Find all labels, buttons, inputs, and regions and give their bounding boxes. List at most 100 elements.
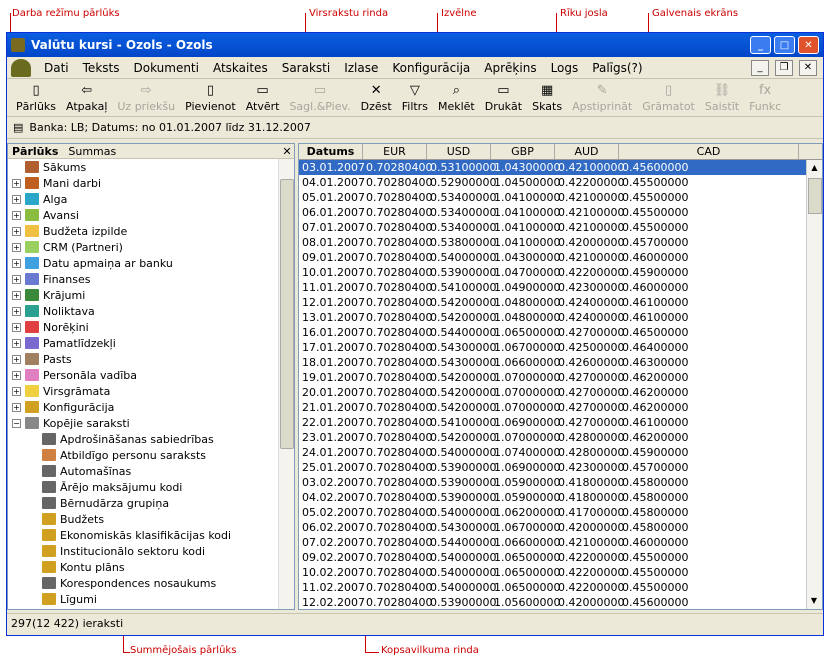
table-row[interactable]: 19.01.2007 0.70280400 0.54200000 1.07000000…: [299, 370, 822, 385]
column-header[interactable]: AUD: [555, 144, 619, 159]
maximize-button[interactable]: □: [774, 36, 795, 54]
table-row[interactable]: 16.01.2007 0.70280400 0.54400000 1.06500000…: [299, 325, 822, 340]
column-header[interactable]: USD: [427, 144, 491, 159]
tree-item[interactable]: + Noliktava: [8, 303, 280, 319]
expand-icon[interactable]: +: [12, 290, 21, 300]
expand-icon[interactable]: +: [12, 178, 21, 188]
toolbar-button[interactable]: fx Funkc: [749, 83, 781, 113]
scroll-down-arrow-icon[interactable]: ▼: [807, 593, 821, 609]
tree-item[interactable]: + Konfigurācija: [8, 399, 280, 415]
tab-summas[interactable]: Summas: [68, 145, 116, 158]
table-row[interactable]: 03.01.2007 0.70280400 0.53100000 1.04300000…: [299, 160, 822, 175]
tree-item[interactable]: Bērnudārza grupiņa: [8, 495, 280, 511]
table-row[interactable]: 10.01.2007 0.70280400 0.53900000 1.04700000…: [299, 265, 822, 280]
tree-item[interactable]: + Finanses: [8, 271, 280, 287]
expand-icon[interactable]: +: [12, 274, 21, 284]
mdi-close-button[interactable]: ✕: [799, 59, 817, 76]
menu-item[interactable]: Konfigurācija: [385, 61, 477, 75]
mdi-restore-button[interactable]: ❐: [775, 59, 793, 76]
toolbar-button[interactable]: ⇨ Uz priekšu: [117, 83, 175, 113]
table-row[interactable]: 06.01.2007 0.70280400 0.53400000 1.04100000…: [299, 205, 822, 220]
scroll-up-arrow-icon[interactable]: ▲: [807, 160, 822, 176]
toolbar-button[interactable]: ▯ Pievienot: [185, 83, 236, 113]
menu-item[interactable]: Atskaites: [206, 61, 275, 75]
toolbar-button[interactable]: ⛓ Saistīt: [705, 83, 739, 113]
toolbar-button[interactable]: ⌕ Meklēt: [438, 83, 475, 113]
tree-item[interactable]: Atbildīgo personu saraksts: [8, 447, 280, 463]
table-row[interactable]: 11.01.2007 0.70280400 0.54100000 1.04900000…: [299, 280, 822, 295]
tree-scroll-thumb[interactable]: [280, 179, 294, 449]
expand-icon[interactable]: +: [12, 322, 21, 332]
menu-item[interactable]: Aprēķins: [477, 61, 543, 75]
tree-item[interactable]: Apdrošināšanas sabiedrības: [8, 431, 280, 447]
column-header[interactable]: GBP: [491, 144, 555, 159]
table-row[interactable]: 08.01.2007 0.70280400 0.53800000 1.04100000…: [299, 235, 822, 250]
tree-item[interactable]: Budžets: [8, 511, 280, 527]
column-header[interactable]: Datums: [299, 144, 363, 159]
close-button[interactable]: ✕: [798, 36, 819, 54]
mdi-minimize-button[interactable]: _: [751, 59, 769, 76]
toolbar-button[interactable]: ▯ Pārlūks: [16, 83, 56, 113]
expand-icon[interactable]: +: [12, 370, 21, 380]
toolbar-button[interactable]: ⇦ Atpakaļ: [66, 83, 107, 113]
table-row[interactable]: 07.02.2007 0.70280400 0.54400000 1.06600000…: [299, 535, 822, 550]
expand-icon[interactable]: +: [12, 386, 21, 396]
tree-item[interactable]: − Kopējie saraksti: [8, 415, 280, 431]
tree-item[interactable]: + Budžeta izpilde: [8, 223, 280, 239]
toolbar-button[interactable]: ✎ Apstiprināt: [572, 83, 632, 113]
close-icon[interactable]: ✕: [280, 145, 294, 158]
table-row[interactable]: 23.01.2007 0.70280400 0.54200000 1.07000000…: [299, 430, 822, 445]
minimize-button[interactable]: _: [750, 36, 771, 54]
grid-scrollbar[interactable]: ▲ ▼: [806, 160, 822, 609]
table-row[interactable]: 04.02.2007 0.70280400 0.53900000 1.05900000…: [299, 490, 822, 505]
tree-item[interactable]: + Datu apmaiņa ar banku: [8, 255, 280, 271]
table-row[interactable]: 05.02.2007 0.70280400 0.54000000 1.06200000…: [299, 505, 822, 520]
table-row[interactable]: 10.02.2007 0.70280400 0.54000000 1.06500000…: [299, 565, 822, 580]
table-row[interactable]: 05.01.2007 0.70280400 0.53400000 1.04100000…: [299, 190, 822, 205]
table-row[interactable]: 12.02.2007 0.70280400 0.53900000 1.05600000…: [299, 595, 822, 609]
expand-icon[interactable]: +: [12, 402, 21, 412]
tree-item[interactable]: + Norēķini: [8, 319, 280, 335]
tree-item[interactable]: Kontu plāns: [8, 559, 280, 575]
toolbar-button[interactable]: ▦ Skats: [532, 83, 562, 113]
tree-item[interactable]: + Mani darbi: [8, 175, 280, 191]
expand-icon[interactable]: +: [12, 306, 21, 316]
tree-item[interactable]: Līgumi: [8, 591, 280, 607]
tree-item[interactable]: + CRM (Partneri): [8, 239, 280, 255]
tree-item[interactable]: + Avansi: [8, 207, 280, 223]
table-row[interactable]: 03.02.2007 0.70280400 0.53900000 1.05900000…: [299, 475, 822, 490]
expand-icon[interactable]: +: [12, 338, 21, 348]
menu-item[interactable]: Saraksti: [275, 61, 338, 75]
column-header[interactable]: EUR: [363, 144, 427, 159]
menu-item[interactable]: Teksts: [76, 61, 127, 75]
table-row[interactable]: 09.02.2007 0.70280400 0.54000000 1.06500000…: [299, 550, 822, 565]
tree-item[interactable]: Automašīnas: [8, 463, 280, 479]
menu-item[interactable]: Dati: [37, 61, 76, 75]
expand-icon[interactable]: +: [12, 354, 21, 364]
tree-item[interactable]: + Krājumi: [8, 287, 280, 303]
menu-item[interactable]: Izlase: [337, 61, 385, 75]
tab-parluks[interactable]: Pārlūks: [12, 145, 58, 158]
toolbar-button[interactable]: ✕ Dzēst: [361, 83, 392, 113]
table-row[interactable]: 07.01.2007 0.70280400 0.53400000 1.04100000…: [299, 220, 822, 235]
tree-scrollbar[interactable]: [278, 159, 294, 609]
expand-icon[interactable]: +: [12, 226, 21, 236]
table-row[interactable]: 24.01.2007 0.70280400 0.54000000 1.07400000…: [299, 445, 822, 460]
expand-icon[interactable]: +: [12, 242, 21, 252]
table-row[interactable]: 09.01.2007 0.70280400 0.54000000 1.04300000…: [299, 250, 822, 265]
table-row[interactable]: 13.01.2007 0.70280400 0.54200000 1.04800000…: [299, 310, 822, 325]
tree-item[interactable]: + Alga: [8, 191, 280, 207]
toolbar-button[interactable]: ▭ Sagl.&Piev.: [289, 83, 350, 113]
table-row[interactable]: 18.01.2007 0.70280400 0.54300000 1.06600000…: [299, 355, 822, 370]
table-row[interactable]: 12.01.2007 0.70280400 0.54200000 1.04800000…: [299, 295, 822, 310]
title-bar[interactable]: Valūtu kursi - Ozols - Ozols _ □ ✕: [7, 33, 823, 57]
tree-item[interactable]: Korespondences nosaukums: [8, 575, 280, 591]
menu-item[interactable]: Dokumenti: [126, 61, 205, 75]
expand-icon[interactable]: +: [12, 210, 21, 220]
tree-item[interactable]: Ārējo maksājumu kodi: [8, 479, 280, 495]
toolbar-button[interactable]: ▭ Drukāt: [485, 83, 522, 113]
tree-item[interactable]: Institucionālo sektoru kodi: [8, 543, 280, 559]
menu-item[interactable]: Logs: [544, 61, 586, 75]
tree-item[interactable]: + Personāla vadība: [8, 367, 280, 383]
table-row[interactable]: 17.01.2007 0.70280400 0.54300000 1.06700000…: [299, 340, 822, 355]
